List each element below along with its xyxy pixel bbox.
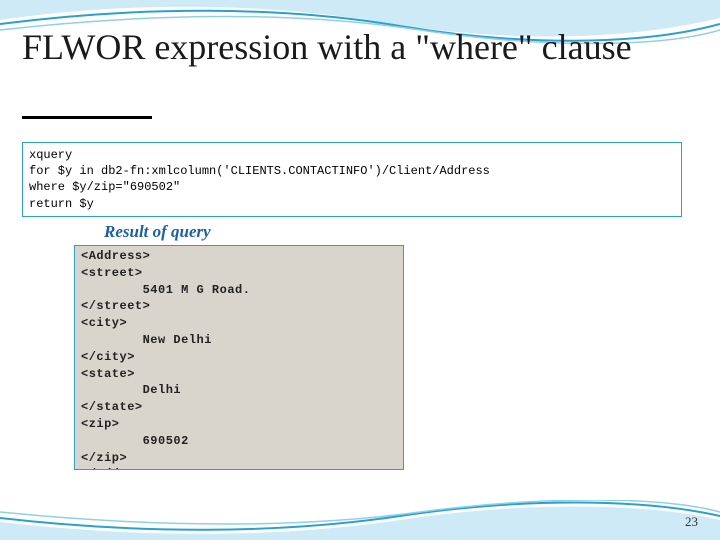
code-line: where $y/zip="690502" [29, 179, 675, 195]
slide-title: FLWOR expression with a "where" clause [22, 28, 698, 68]
code-line: xquery [29, 147, 675, 163]
code-line: for $y in db2-fn:xmlcolumn('CLIENTS.CONT… [29, 163, 675, 179]
query-result-content: <Address> <street> 5401 M G Road. </stre… [75, 246, 403, 470]
query-result-box: <Address> <street> 5401 M G Road. </stre… [74, 245, 404, 470]
slide-wave-bottom [0, 500, 720, 540]
page-number: 23 [685, 514, 698, 530]
result-heading: Result of query [104, 222, 211, 242]
xquery-code-box: xquery for $y in db2-fn:xmlcolumn('CLIEN… [22, 142, 682, 217]
code-line: return $y [29, 196, 675, 212]
title-underline [22, 116, 152, 119]
